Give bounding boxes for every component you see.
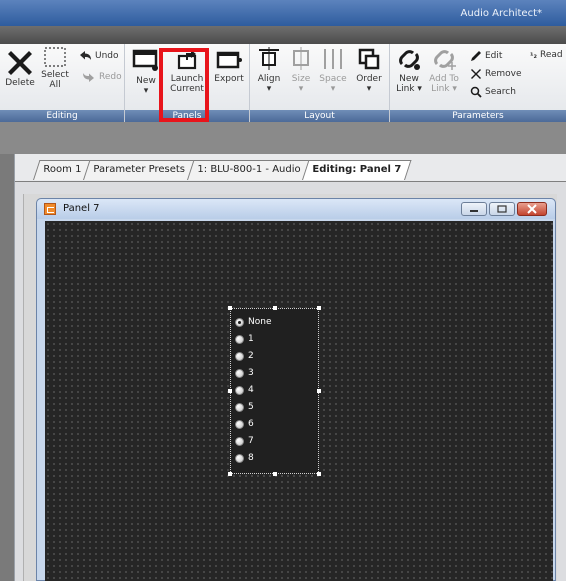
remove-button[interactable]: Remove (470, 68, 522, 80)
edit-button[interactable]: Edit (470, 50, 502, 62)
radio-button[interactable] (235, 334, 244, 344)
panel-app-icon (44, 203, 56, 215)
select-all-button[interactable]: Select All (40, 46, 70, 90)
resize-handle[interactable] (273, 472, 277, 476)
radio-button[interactable] (235, 368, 244, 378)
new-panel-button[interactable]: New ▾ (129, 46, 163, 96)
launch-current-button[interactable]: Launch Current (167, 46, 207, 94)
chevron-down-icon: ▾ (266, 84, 272, 94)
ribbon-group-label: Layout (250, 110, 389, 122)
undo-icon (80, 51, 91, 60)
align-icon (259, 47, 279, 70)
radio-option-8[interactable]: 8 (235, 451, 254, 465)
tab-parameter-presets[interactable]: Parameter Presets (83, 160, 196, 180)
resize-handle[interactable] (317, 306, 321, 310)
redo-icon (83, 73, 94, 82)
chevron-down-icon: ▾ (449, 84, 457, 94)
panel-title-bar[interactable]: Panel 7 (37, 199, 555, 219)
document-tabs: Room 1 Parameter Presets 1: BLU-800-1 - … (33, 160, 412, 182)
panel-window: Panel 7 None 1 2 3 4 5 6 7 8 (36, 198, 556, 581)
resize-handle[interactable] (228, 389, 232, 393)
selector-control[interactable]: None 1 2 3 4 5 6 7 8 (228, 306, 321, 476)
redo-button[interactable]: Redo (82, 71, 122, 83)
minimize-icon (470, 210, 478, 212)
ribbon-group-parameters: New Link ▾ Add To Link ▾ Edit Remove Sea… (390, 44, 566, 122)
read-button[interactable]: ¹₂ Read (530, 50, 563, 60)
radio-option-none[interactable]: None (235, 315, 271, 329)
radio-button[interactable] (235, 419, 244, 429)
search-icon (470, 86, 482, 98)
radio-button[interactable] (235, 351, 244, 361)
new-link-button[interactable]: New Link ▾ (394, 46, 424, 94)
add-to-link-button[interactable]: Add To Link ▾ (428, 46, 460, 94)
radio-option-6[interactable]: 6 (235, 417, 254, 431)
radio-option-1[interactable]: 1 (235, 332, 254, 346)
add-link-icon (434, 50, 456, 70)
menu-strip (0, 26, 566, 44)
app-title-bar: Audio Architect* (0, 0, 566, 26)
radio-option-3[interactable]: 3 (235, 366, 254, 380)
delete-icon (8, 51, 32, 75)
ribbon-group-label: Panels (125, 110, 249, 122)
radio-option-4[interactable]: 4 (235, 383, 254, 397)
new-panel-icon (132, 49, 158, 71)
minimize-button[interactable] (461, 202, 487, 216)
radio-option-2[interactable]: 2 (235, 349, 254, 363)
ribbon-group-label: Parameters (390, 110, 566, 122)
read-values-icon: ¹₂ (530, 50, 538, 60)
chevron-down-icon: ▾ (366, 84, 372, 94)
ribbon: Delete Select All Undo Redo Editing New … (0, 44, 566, 122)
select-all-icon (44, 47, 66, 67)
chevron-down-icon: ▾ (143, 86, 149, 96)
remove-icon (471, 69, 481, 79)
order-button[interactable]: Order ▾ (352, 46, 386, 94)
pencil-icon (471, 51, 481, 61)
ribbon-group-editing: Delete Select All Undo Redo Editing (0, 44, 125, 122)
resize-handle[interactable] (317, 472, 321, 476)
resize-handle[interactable] (317, 389, 321, 393)
radio-button[interactable] (235, 385, 244, 395)
export-button[interactable]: Export (211, 46, 247, 84)
ribbon-group-panels: New ▾ Launch Current Export Panels (125, 44, 250, 122)
search-button[interactable]: Search (470, 86, 516, 98)
resize-handle[interactable] (228, 472, 232, 476)
tab-blu-800-audio[interactable]: 1: BLU-800-1 - Audio (186, 160, 311, 180)
chevron-down-icon: ▾ (298, 84, 304, 94)
tab-editing-panel-7[interactable]: Editing: Panel 7 (301, 160, 412, 180)
resize-handle[interactable] (228, 306, 232, 310)
launch-panel-icon (177, 50, 197, 70)
panel-canvas[interactable]: None 1 2 3 4 5 6 7 8 (45, 221, 553, 581)
delete-button[interactable]: Delete (4, 46, 36, 88)
radio-button[interactable] (235, 436, 244, 446)
order-icon (358, 48, 380, 70)
maximize-icon (497, 205, 507, 213)
panel-title: Panel 7 (63, 203, 100, 214)
close-icon (527, 204, 537, 214)
link-icon (399, 50, 420, 70)
export-icon (216, 51, 242, 69)
radio-option-5[interactable]: 5 (235, 400, 254, 414)
size-button[interactable]: Size ▾ (286, 46, 316, 94)
ribbon-group-layout: Align ▾ Size ▾ Space ▾ Order ▾ Layout (250, 44, 390, 122)
ribbon-gap (0, 122, 566, 154)
radio-button[interactable] (235, 402, 244, 412)
undo-button[interactable]: Undo (78, 50, 119, 62)
app-title: Audio Architect* (460, 8, 542, 19)
space-icon (324, 49, 342, 69)
chevron-down-icon: ▾ (414, 84, 422, 94)
size-icon (293, 47, 309, 70)
radio-option-7[interactable]: 7 (235, 434, 254, 448)
resize-handle[interactable] (273, 306, 277, 310)
space-button[interactable]: Space ▾ (318, 46, 348, 94)
radio-button[interactable] (235, 317, 244, 327)
align-button[interactable]: Align ▾ (254, 46, 284, 94)
ribbon-group-label: Editing (0, 110, 124, 122)
chevron-down-icon: ▾ (330, 84, 336, 94)
close-button[interactable] (517, 202, 547, 216)
maximize-button[interactable] (489, 202, 515, 216)
radio-button[interactable] (235, 453, 244, 463)
